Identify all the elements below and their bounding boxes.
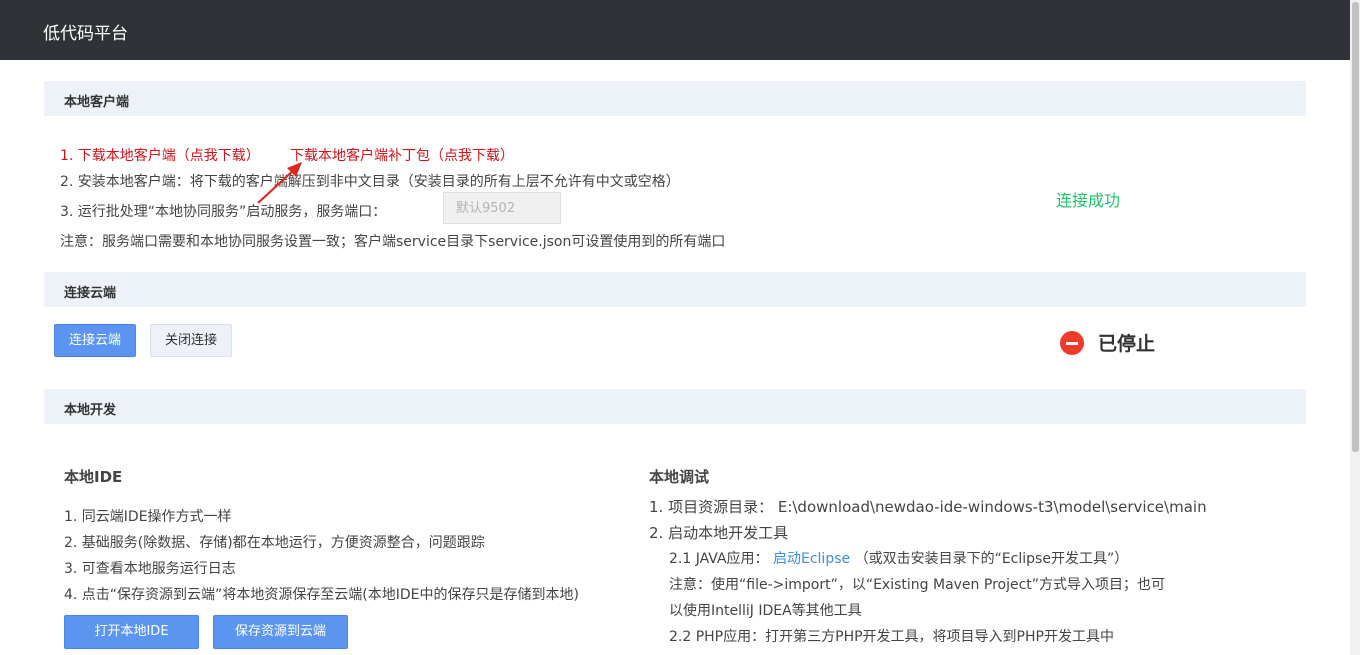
php-app-line: 2.2 PHP应用：打开第三方PHP开发工具，将项目导入到PHP开发工具中 xyxy=(669,629,1114,645)
download-patch-link[interactable]: 下载本地客户端补丁包（点我下载） xyxy=(290,145,514,165)
red-arrow-icon xyxy=(257,162,302,204)
close-connection-button[interactable]: 关闭连接 xyxy=(150,324,232,357)
cloud-stopped-status: 已停止 xyxy=(1098,333,1156,355)
local-client-header: 本地客户端 xyxy=(44,81,1306,116)
save-to-cloud-button[interactable]: 保存资源到云端 xyxy=(213,615,348,649)
local-debug-title: 本地调试 xyxy=(649,468,710,486)
java-app-hint: （或双击安装目录下的“Eclipse开发工具”） xyxy=(854,551,1129,567)
java-note-line-2: 以使用IntelliJ IDEA等其他工具 xyxy=(669,603,862,619)
java-app-line: 2.1 JAVA应用： 启动Eclipse （或双击安装目录下的“Eclipse… xyxy=(669,548,1128,568)
local-dev-header: 本地开发 xyxy=(44,389,1306,424)
list-item: 1. 同云端IDE操作方式一样 xyxy=(64,509,232,525)
list-item: 2. 基础服务(除数据、存储)都在本地运行，方便资源整合，问题跟踪 xyxy=(64,535,485,551)
local-client-header-title: 本地客户端 xyxy=(64,95,130,110)
minus-circle-icon xyxy=(1060,331,1084,355)
port-note-text: 注意：服务端口需要和本地协同服务设置一致；客户端service目录下servic… xyxy=(60,234,726,250)
install-step-text: 2. 安装本地客户端：将下载的客户端解压到非中文目录（安装目录的所有上层不允许有… xyxy=(60,174,680,190)
launch-eclipse-link[interactable]: 启动Eclipse xyxy=(773,551,850,567)
java-note-line-1: 注意：使用“file->import”，以“Existing Maven Pro… xyxy=(669,577,1166,593)
resource-dir-text: 1. 项目资源目录： E:\download\newdao-ide-window… xyxy=(649,498,1207,516)
download-client-link[interactable]: 1. 下载本地客户端（点我下载） xyxy=(60,145,260,165)
list-item: 3. 可查看本地服务运行日志 xyxy=(64,561,236,577)
java-app-label: 2.1 JAVA应用： xyxy=(669,551,769,567)
start-tools-text: 2. 启动本地开发工具 xyxy=(649,524,789,542)
service-port-input[interactable] xyxy=(443,192,561,224)
local-dev-header-title: 本地开发 xyxy=(64,403,117,418)
run-service-step-text: 3. 运行批处理“本地协同服务”启动服务，服务端口： xyxy=(60,204,387,220)
open-local-ide-button[interactable]: 打开本地IDE xyxy=(64,615,199,649)
top-bar: 低代码平台 xyxy=(0,0,1350,60)
cloud-header-title: 连接云端 xyxy=(64,286,117,301)
connection-success-status: 连接成功 xyxy=(1056,191,1121,210)
scrollbar-thumb[interactable] xyxy=(1352,2,1359,452)
list-item: 4. 点击“保存资源到云端”将本地资源保存至云端(本地IDE中的保存只是存储到本… xyxy=(64,587,579,603)
cloud-header: 连接云端 xyxy=(44,272,1306,307)
connect-cloud-button[interactable]: 连接云端 xyxy=(54,324,136,357)
local-ide-title: 本地IDE xyxy=(64,468,123,486)
app-title: 低代码平台 xyxy=(43,24,128,44)
